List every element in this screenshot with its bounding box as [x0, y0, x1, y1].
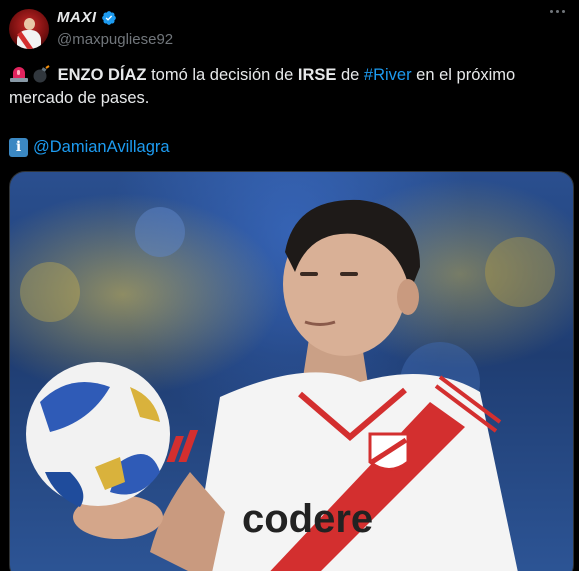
bomb-emoji-icon [33, 65, 50, 83]
tweet-text: ENZO DÍAZ tomó la decisión de IRSE de #R… [9, 64, 564, 110]
tweet-media-photo[interactable]: codere [9, 171, 574, 571]
player-photo-illustration: codere [20, 199, 555, 571]
credit-mention-link[interactable]: @DamianAvillagra [33, 136, 170, 159]
credit-line: i @DamianAvillagra [9, 136, 170, 159]
author-avatar[interactable] [9, 9, 49, 49]
tweet-bold-action: IRSE [297, 66, 337, 84]
jersey-sponsor-text: codere [242, 497, 373, 541]
more-dot [562, 10, 565, 13]
hashtag-river-link[interactable]: #River [364, 66, 412, 84]
author-handle[interactable]: @maxpugliese92 [57, 31, 173, 48]
information-icon: i [9, 138, 28, 157]
avatar-head [24, 18, 35, 30]
verified-badge-icon[interactable] [101, 10, 117, 26]
more-options-icon[interactable] [550, 10, 565, 13]
siren-emoji-icon [10, 67, 28, 82]
more-dot [556, 10, 559, 13]
tweet-text-part: tomó la decisión de [146, 66, 298, 84]
tweet-bold-player: ENZO DÍAZ [57, 66, 147, 84]
tweet-text-part: de [336, 66, 364, 84]
author-display-name[interactable]: MAXI [57, 9, 97, 26]
more-dot [550, 10, 553, 13]
author-name-row: MAXI [57, 9, 117, 26]
